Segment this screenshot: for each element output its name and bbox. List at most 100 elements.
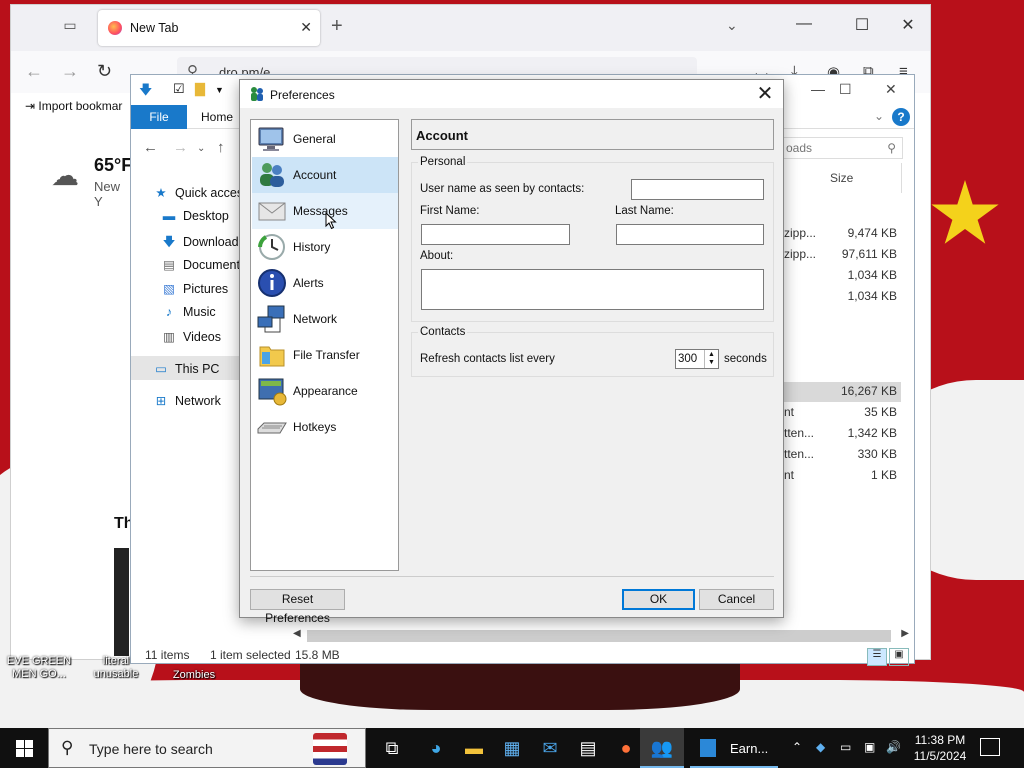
tab-new-tab[interactable]: New Tab ✕: [98, 10, 320, 46]
close-tab-icon[interactable]: ✕: [300, 19, 312, 36]
reload-icon[interactable]: ↻: [97, 61, 112, 82]
nav-item-documents[interactable]: ▤ Documents: [161, 257, 246, 272]
scroll-right-icon[interactable]: ▶: [901, 628, 909, 639]
tray-app-icon[interactable]: ◆: [816, 740, 825, 754]
file-row[interactable]: 1,034 KB: [776, 266, 901, 286]
explorer-minimize-icon[interactable]: —: [811, 81, 825, 97]
category-appearance[interactable]: Appearance: [252, 373, 398, 409]
back-arrow-icon[interactable]: ←: [25, 61, 43, 82]
username-field[interactable]: [631, 179, 764, 200]
desktop-icon-label[interactable]: Zombies: [164, 669, 224, 682]
nav-item-this-pc[interactable]: ▭ This PC: [153, 361, 219, 376]
recent-locations-icon[interactable]: ⌄: [197, 143, 205, 154]
details-view-icon[interactable]: ☰: [867, 648, 887, 666]
file-row-size: 1,034 KB: [847, 268, 897, 282]
nav-item-music[interactable]: ♪ Music: [161, 305, 216, 319]
category-account[interactable]: Account: [252, 157, 398, 193]
notification-center-icon[interactable]: [980, 738, 1000, 756]
system-clock[interactable]: 11:38 PM 11/5/2024: [905, 732, 975, 764]
category-hotkeys[interactable]: Hotkeys: [252, 409, 398, 445]
taskbar-search-box[interactable]: ⚲ Type here to search: [48, 728, 366, 768]
category-label: Hotkeys: [293, 420, 337, 434]
category-alerts[interactable]: Alerts: [252, 265, 398, 301]
category-history[interactable]: History: [252, 229, 398, 265]
file-row[interactable]: tten... 1,342 KB: [776, 424, 901, 444]
maximize-icon[interactable]: ☐: [847, 15, 877, 35]
ribbon-expand-icon[interactable]: ⌄: [874, 109, 884, 123]
nav-item-quick-access[interactable]: ★ Quick access: [153, 185, 249, 200]
firefox-icon: [108, 21, 122, 35]
new-tab-plus-icon[interactable]: +: [331, 15, 343, 38]
tab-list-icon[interactable]: ▭: [59, 17, 81, 39]
meet-now-icon[interactable]: ▭: [840, 740, 851, 754]
ribbon-file-tab[interactable]: File: [131, 105, 187, 129]
volume-icon[interactable]: 🔊: [886, 740, 901, 754]
column-divider[interactable]: [901, 163, 902, 193]
refresh-interval-stepper[interactable]: 300 ▲ ▼: [675, 349, 719, 369]
category-general[interactable]: General: [252, 121, 398, 157]
stepper-down-icon[interactable]: ▼: [708, 359, 715, 367]
ok-button[interactable]: OK: [622, 589, 695, 610]
file-row[interactable]: 16,267 KB: [776, 382, 901, 402]
column-header-size[interactable]: Size: [830, 171, 853, 185]
show-hidden-icons-chevron[interactable]: ⌃: [792, 740, 802, 754]
ribbon-home-tab[interactable]: Home: [201, 110, 233, 124]
file-row[interactable]: nt 35 KB: [776, 403, 901, 423]
up-arrow-icon[interactable]: ↑: [217, 139, 225, 156]
scroll-thumb[interactable]: [307, 630, 891, 642]
nav-item-network[interactable]: ⊞ Network: [153, 393, 221, 408]
minimize-icon[interactable]: —: [789, 15, 819, 33]
file-row-type: nt: [784, 468, 795, 482]
nav-item-videos[interactable]: ▥ Videos: [161, 329, 221, 344]
search-icon: ⚲: [887, 141, 896, 155]
desktop-icon-label[interactable]: EVE GREEN MEN GO...: [6, 655, 72, 681]
file-row-size: 9,474 KB: [847, 226, 897, 240]
download-arrow-icon[interactable]: 🡇: [139, 81, 152, 103]
folder-icon[interactable]: ▇: [195, 81, 205, 97]
quick-access-dropdown-icon[interactable]: ▼: [215, 85, 224, 95]
messenger-app-icon[interactable]: 👥: [640, 728, 684, 768]
file-row[interactable]: tten... 330 KB: [776, 445, 901, 465]
nav-item-downloads[interactable]: 🡇 Downloads: [161, 233, 245, 254]
last-name-field[interactable]: [616, 224, 764, 245]
help-icon[interactable]: ?: [892, 108, 910, 126]
category-file-transfer[interactable]: File Transfer: [252, 337, 398, 373]
stepper-up-icon[interactable]: ▲: [708, 351, 715, 359]
explorer-back-icon[interactable]: ←: [143, 139, 158, 156]
properties-icon[interactable]: ☑: [173, 81, 185, 97]
file-row[interactable]: 1,034 KB: [776, 287, 901, 307]
close-icon[interactable]: ✕: [755, 83, 775, 105]
nav-item-desktop[interactable]: ▬ Desktop: [161, 209, 229, 223]
start-button[interactable]: [0, 728, 48, 768]
first-name-field[interactable]: [421, 224, 570, 245]
explorer-maximize-icon[interactable]: ☐: [839, 81, 852, 98]
category-network[interactable]: Network: [252, 301, 398, 337]
explorer-search-box[interactable]: oads ⚲: [779, 137, 903, 159]
category-label: Alerts: [293, 276, 324, 290]
file-row[interactable]: zipp... 97,611 KB: [776, 245, 901, 265]
close-window-icon[interactable]: ✕: [893, 15, 923, 35]
chevron-down-icon[interactable]: ⌄: [726, 17, 738, 34]
network-tray-icon[interactable]: ▣: [864, 740, 875, 754]
reset-preferences-button[interactable]: Reset Preferences: [250, 589, 345, 625]
taskbar-earn-app[interactable]: Earn...: [690, 728, 778, 768]
star-icon: ★: [155, 186, 167, 200]
explorer-forward-icon[interactable]: →: [173, 139, 188, 156]
scroll-left-icon[interactable]: ◀: [293, 628, 301, 639]
explorer-close-icon[interactable]: ✕: [885, 81, 897, 98]
desktop-icon-label[interactable]: literal unusable: [86, 655, 146, 681]
forward-arrow-icon[interactable]: →: [61, 61, 79, 82]
horizontal-scrollbar[interactable]: ◀ ▶: [291, 628, 911, 642]
nav-item-pictures[interactable]: ▧ Pictures: [161, 281, 228, 296]
desktop-icon: ▬: [162, 209, 176, 223]
story-thumbnail[interactable]: [114, 548, 129, 656]
import-bookmarks-link[interactable]: ⇥ Import bookmar: [25, 99, 122, 113]
file-row-type: tten...: [784, 426, 815, 440]
cancel-button[interactable]: Cancel: [699, 589, 774, 610]
file-row[interactable]: zipp... 9,474 KB: [776, 224, 901, 244]
first-name-label: First Name:: [420, 205, 480, 217]
large-icons-view-icon[interactable]: ▣: [889, 648, 909, 666]
task-view-icon[interactable]: ⧉: [370, 728, 414, 768]
about-field[interactable]: [421, 269, 764, 310]
file-row[interactable]: nt 1 KB: [776, 466, 901, 486]
